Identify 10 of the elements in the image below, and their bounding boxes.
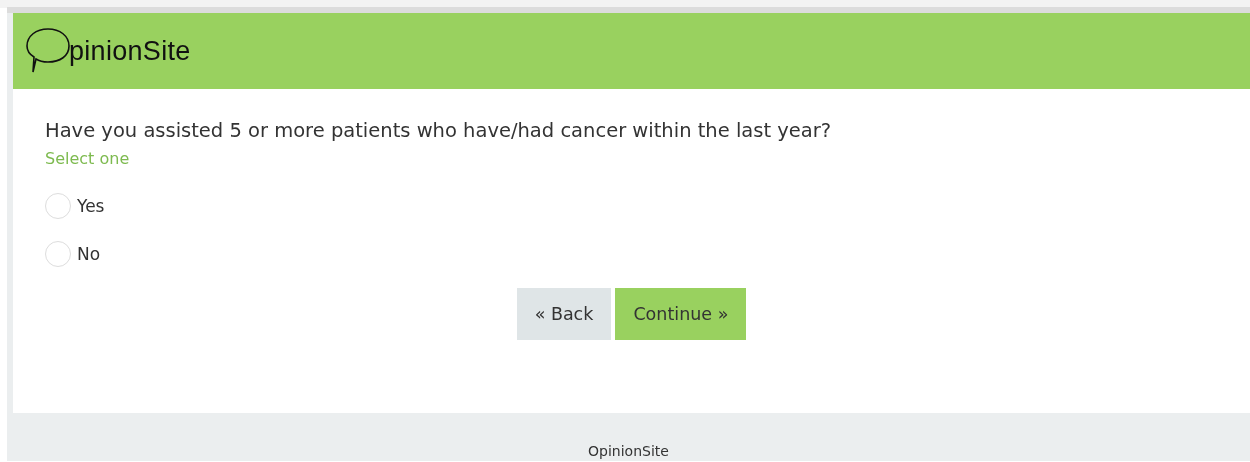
logo-text: pinionSite [69,35,191,67]
hint-text: Select one [45,149,131,168]
continue-button[interactable]: Continue » [615,288,747,340]
radio-button[interactable] [45,241,71,267]
question-text: Have you assisted 5 or more patients who have/had cancer within the last year? [45,119,833,142]
radio-button[interactable] [45,193,71,219]
back-button[interactable]: « Back [516,288,612,340]
footer-text: OpinionSite [588,443,669,459]
option-label[interactable]: Yes [77,196,105,216]
option-label[interactable]: No [77,244,101,264]
